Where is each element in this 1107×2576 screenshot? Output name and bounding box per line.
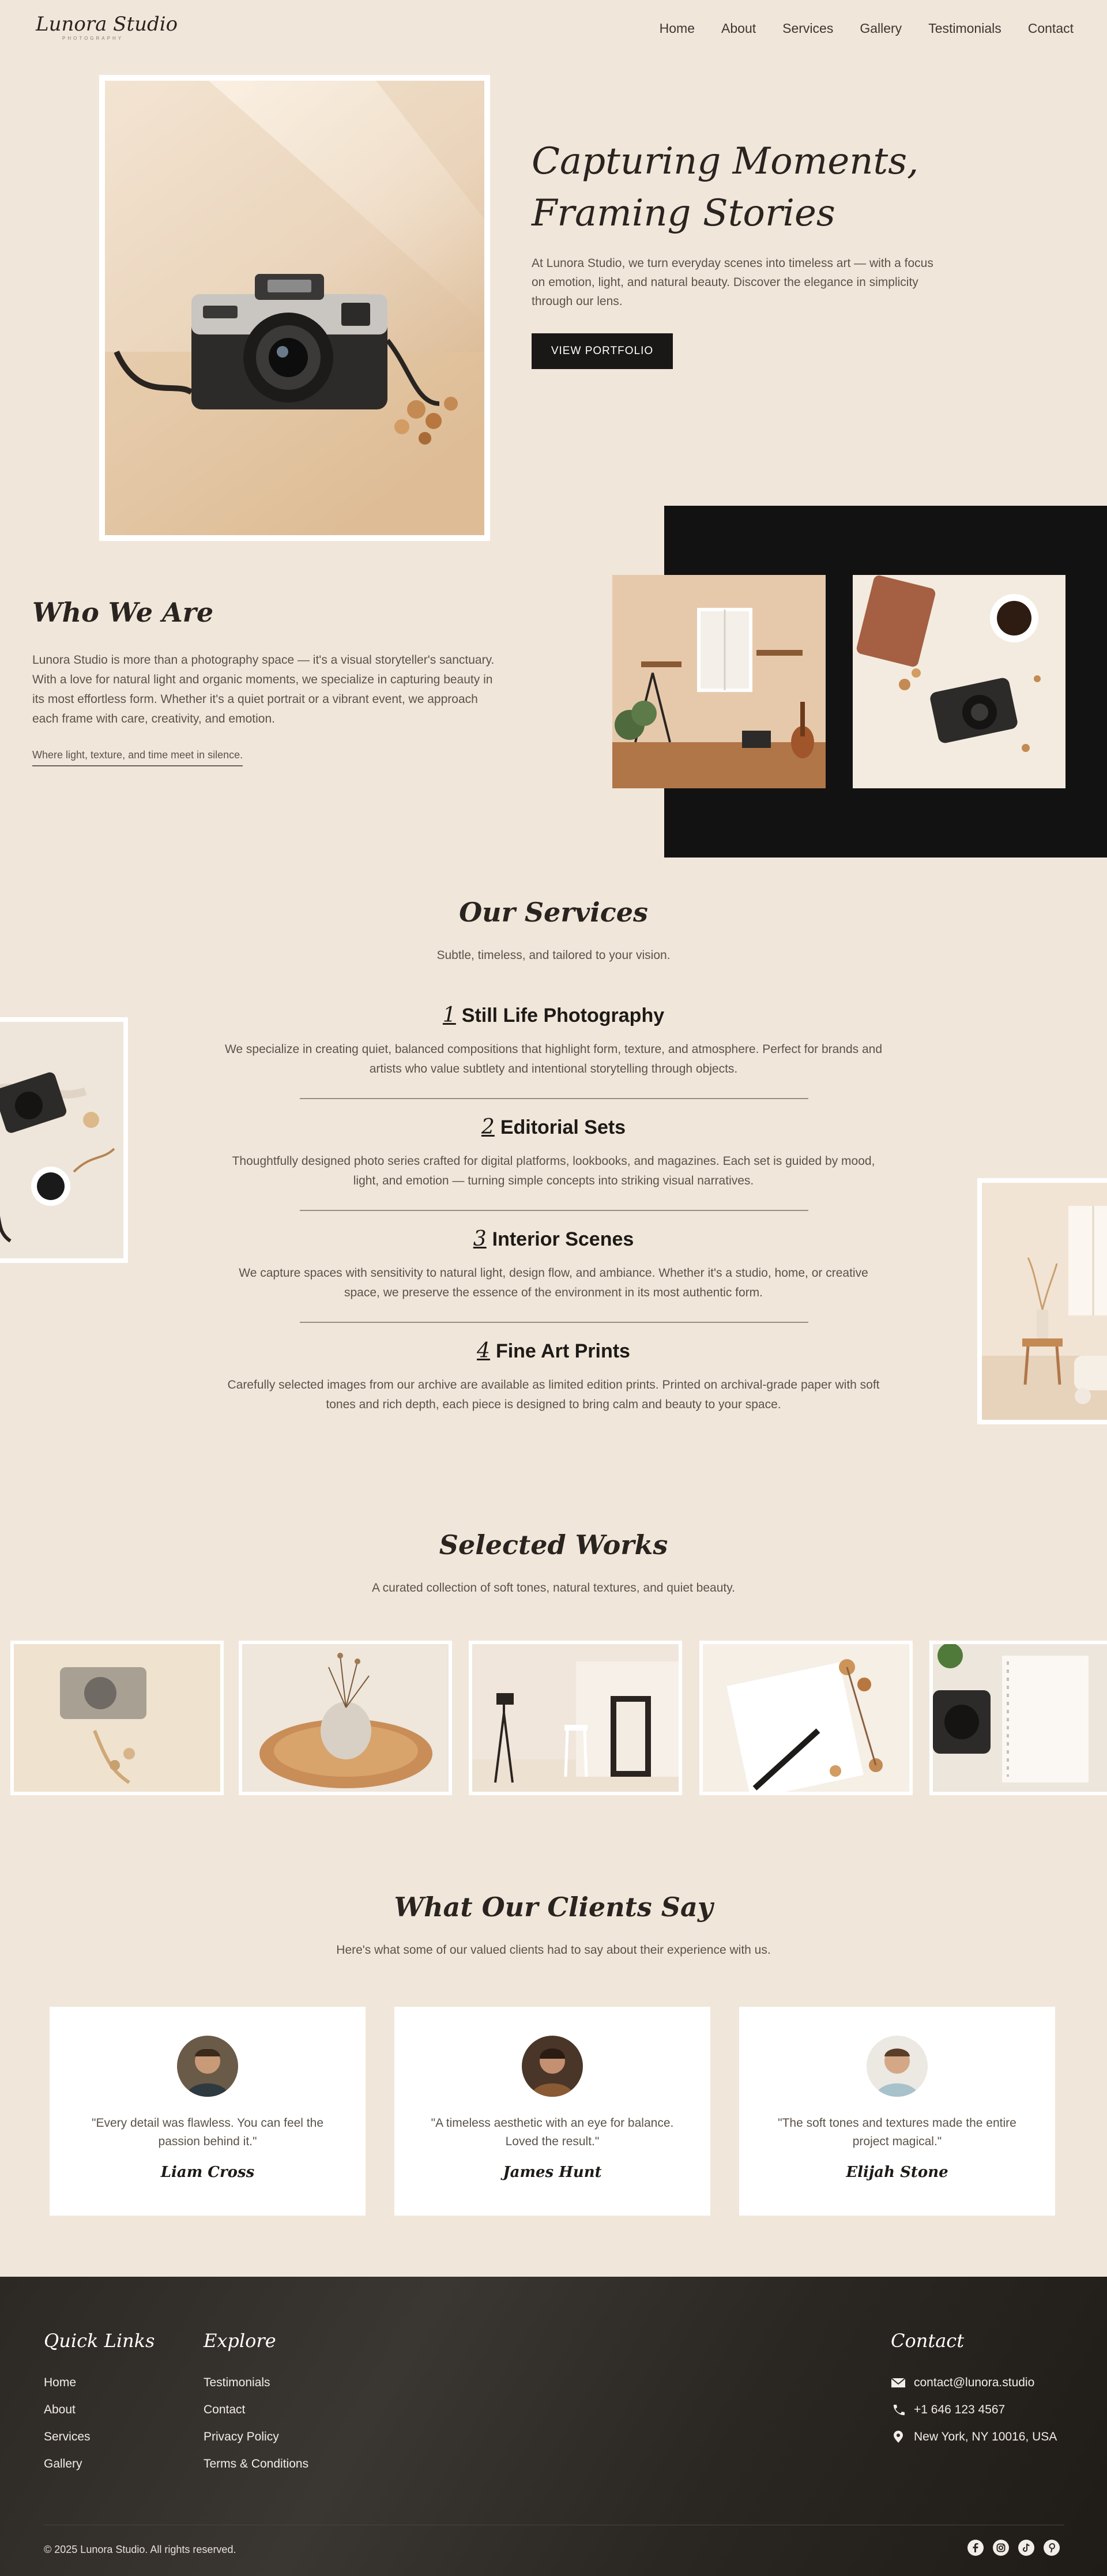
mail-icon	[891, 2376, 906, 2389]
testimonials-title: What Our Clients Say	[394, 1891, 713, 1923]
testimonial-author: Liam Cross	[160, 2164, 255, 2181]
service-divider	[300, 1098, 808, 1099]
gallery-item[interactable]	[239, 1641, 452, 1795]
phone-icon	[891, 2404, 906, 2416]
footer-link-about[interactable]: About	[44, 2403, 76, 2417]
gallery-item[interactable]	[10, 1641, 224, 1795]
testimonial-card: "The soft tones and textures made the en…	[739, 2007, 1055, 2216]
service-number-4: 4	[477, 1339, 490, 1363]
avatar	[522, 2036, 583, 2097]
hero-camera-photo	[99, 75, 490, 541]
who-we-are-tagline: Where light, texture, and time meet in s…	[32, 749, 243, 766]
services-subtitle: Subtle, timeless, and tailored to your v…	[436, 949, 671, 962]
testimonial-author: Elijah Stone	[846, 2164, 948, 2181]
instagram-icon[interactable]	[993, 2540, 1009, 2556]
nav-services[interactable]: Services	[782, 21, 833, 36]
testimonial-quote: "A timeless aesthetic with an eye for ba…	[431, 2116, 674, 2148]
service-number-3: 3	[473, 1227, 487, 1251]
hero-description: At Lunora Studio, we turn everyday scene…	[532, 257, 933, 308]
gallery-item[interactable]	[929, 1641, 1107, 1795]
service-text-1: We specialize in creating quiet, balance…	[224, 1043, 883, 1075]
hero-title: Capturing Moments, Framing Stories	[532, 136, 935, 239]
phone-text: +1 646 123 4567	[914, 2403, 1006, 2416]
site-footer	[0, 2277, 1107, 2576]
service-divider	[300, 1322, 808, 1323]
testimonial-quote: "Every detail was flawless. You can feel…	[91, 2116, 323, 2148]
nav-contact[interactable]: Contact	[1028, 21, 1074, 36]
footer-link-terms[interactable]: Terms & Conditions	[204, 2457, 308, 2471]
main-nav: Home About Services Gallery Testimonials…	[660, 21, 1074, 36]
footer-contact-title: Contact	[891, 2330, 965, 2352]
testimonial-card: "A timeless aesthetic with an eye for ba…	[394, 2007, 710, 2216]
who-we-are-title: Who We Are	[32, 597, 214, 628]
footer-quick-links-title: Quick Links	[44, 2330, 155, 2352]
email-text: contact@lunora.studio	[914, 2376, 1035, 2389]
service-name-3: Interior Scenes	[492, 1228, 634, 1250]
service-name-4: Fine Art Prints	[495, 1340, 630, 1362]
who-we-are-text: Lunora Studio is more than a photography…	[32, 653, 495, 725]
hero-title-line1: Capturing Moments,	[532, 140, 919, 183]
footer-link-contact[interactable]: Contact	[204, 2403, 245, 2417]
service-item-3: 3 Interior Scenes We capture spaces with …	[222, 1227, 885, 1303]
footer-explore-title: Explore	[204, 2330, 276, 2352]
footer-email[interactable]: contact@lunora.studio	[891, 2376, 1034, 2390]
flatlay-camera-photo	[853, 575, 1065, 788]
side-camera-photo	[0, 1017, 128, 1263]
logo[interactable]: Lunora Studio	[36, 13, 178, 36]
service-text-3: We capture spaces with sensitivity to na…	[239, 1266, 868, 1299]
tiktok-icon[interactable]	[1018, 2540, 1034, 2556]
view-portfolio-button[interactable]: VIEW PORTFOLIO	[532, 333, 673, 369]
works-title: Selected Works	[439, 1529, 668, 1560]
avatar	[867, 2036, 928, 2097]
service-text-2: Thoughtfully designed photo series craft…	[232, 1155, 875, 1187]
testimonial-author: James Hunt	[503, 2164, 602, 2181]
nav-testimonials[interactable]: Testimonials	[928, 21, 1001, 36]
service-item-1: 1 Still Life Photography We specialize in…	[222, 1003, 885, 1079]
footer-link-services[interactable]: Services	[44, 2430, 91, 2444]
nav-home[interactable]: Home	[660, 21, 695, 36]
service-item-2: 2 Editorial Sets Thoughtfully designed ph…	[222, 1115, 885, 1191]
service-text-4: Carefully selected images from our archi…	[227, 1378, 880, 1411]
service-number-2: 2	[481, 1115, 495, 1139]
service-name-2: Editorial Sets	[500, 1116, 626, 1138]
testimonial-card: "Every detail was flawless. You can feel…	[50, 2007, 366, 2216]
gallery-item[interactable]	[469, 1641, 682, 1795]
side-interior-photo	[977, 1178, 1107, 1424]
avatar	[177, 2036, 238, 2097]
service-divider	[300, 1210, 808, 1211]
service-number-1: 1	[442, 1003, 456, 1027]
footer-link-privacy[interactable]: Privacy Policy	[204, 2430, 279, 2444]
hero-title-line2: Framing Stories	[532, 192, 835, 235]
testimonial-quote: "The soft tones and textures made the en…	[778, 2116, 1016, 2148]
footer-link-gallery[interactable]: Gallery	[44, 2457, 82, 2471]
footer-phone[interactable]: +1 646 123 4567	[891, 2403, 1005, 2417]
footer-link-testimonials[interactable]: Testimonials	[204, 2376, 270, 2390]
service-name-1: Still Life Photography	[461, 1005, 665, 1026]
site-header: Lunora Studio PHOTOGRAPHY Home About Ser…	[0, 0, 1107, 58]
location-pin-icon	[891, 2431, 906, 2443]
footer-link-home[interactable]: Home	[44, 2376, 76, 2390]
copyright: © 2025 Lunora Studio. All rights reserve…	[44, 2544, 236, 2555]
service-item-4: 4 Fine Art Prints Carefully selected imag…	[222, 1339, 885, 1415]
services-title: Our Services	[459, 897, 648, 928]
nav-gallery[interactable]: Gallery	[860, 21, 902, 36]
studio-room-photo	[612, 575, 826, 788]
gallery-item[interactable]	[699, 1641, 913, 1799]
logo-subtitle: PHOTOGRAPHY	[62, 36, 124, 41]
testimonials-subtitle: Here's what some of our valued clients h…	[336, 1943, 771, 1957]
address-text: New York, NY 10016, USA	[914, 2430, 1057, 2443]
page: Lunora Studio PHOTOGRAPHY Home About Ser…	[0, 0, 1107, 2576]
pinterest-icon[interactable]	[1044, 2540, 1060, 2556]
works-subtitle: A curated collection of soft tones, natu…	[372, 1581, 735, 1595]
facebook-icon[interactable]	[967, 2540, 984, 2556]
footer-address: New York, NY 10016, USA	[891, 2430, 1057, 2444]
nav-about[interactable]: About	[721, 21, 756, 36]
